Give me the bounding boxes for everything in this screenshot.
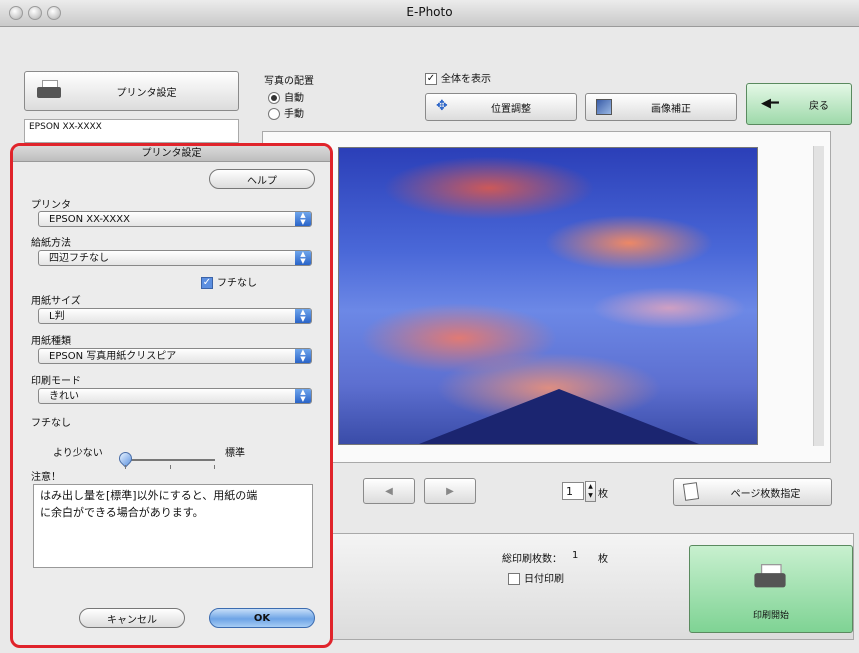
radio-auto[interactable]: 自動 <box>268 89 304 104</box>
back-label: 戻る <box>809 100 829 112</box>
printer-settings-sheet: プリンタ設定 ヘルプ プリンタ EPSON XX-XXXX ▲ ▼ 給紙方法 四辺… <box>10 143 333 648</box>
paper-type-select[interactable]: EPSON 写真用紙クリスピア ▲ ▼ <box>38 348 312 364</box>
mountain-shape <box>419 389 699 444</box>
note-label: 注意！ <box>31 472 61 483</box>
popup-arrows-icon: ▲ ▼ <box>295 389 311 403</box>
image-correct-label: 画像補正 <box>651 103 691 115</box>
help-button[interactable]: ヘルプ <box>209 169 315 189</box>
layout-label: 写真の配置 <box>264 76 314 87</box>
radio-manual[interactable]: 手動 <box>268 105 304 120</box>
borderless-check-icon[interactable]: ✓ <box>201 277 213 289</box>
radio-auto-label: 自動 <box>284 93 304 104</box>
position-adjust-button[interactable]: ✥ 位置調整 <box>425 93 577 121</box>
paper-type-select-value: EPSON 写真用紙クリスピア <box>49 351 177 362</box>
paper-size-label: 用紙サイズ <box>31 296 81 307</box>
printer-icon <box>752 563 788 592</box>
photo-preview <box>338 147 758 445</box>
main-window: プリンタ設定 EPSON XX-XXXX 写真の配置 自動 手動 ✓ 全体を表示 … <box>0 27 859 653</box>
page-count-button[interactable]: ページ枚数指定 <box>673 478 832 506</box>
show-all-check-icon[interactable]: ✓ <box>425 73 437 85</box>
printer-settings-label: プリンタ設定 <box>116 87 177 99</box>
back-button[interactable]: ◀━ 戻る <box>746 83 852 125</box>
popup-arrows-icon: ▲ ▼ <box>295 251 311 265</box>
total-prints-value: 1 <box>572 550 579 561</box>
left-arrow-icon: ◀ <box>385 485 393 497</box>
slider-max-label: 標準 <box>225 448 245 459</box>
print-mode-select[interactable]: きれい ▲ ▼ <box>38 388 312 404</box>
date-print-checkbox[interactable]: 日付印刷 <box>508 570 564 585</box>
right-arrow-icon: ▶ <box>446 485 454 497</box>
note-text-line2: に余白ができる場合があります。 <box>40 506 204 519</box>
note-text-line1: はみ出し量を[標準]以外にすると、用紙の端 <box>40 489 258 502</box>
move-arrows-icon: ✥ <box>436 98 448 114</box>
printer-settings-button[interactable]: プリンタ設定 <box>24 71 239 111</box>
paper-type-label: 用紙種類 <box>31 336 71 347</box>
slider-min-label: より少ない <box>53 448 103 459</box>
prev-page-button[interactable]: ◀ <box>363 478 415 504</box>
radio-manual-label: 手動 <box>284 109 304 120</box>
note-textarea: はみ出し量を[標準]以外にすると、用紙の端 に余白ができる場合があります。 <box>33 484 313 568</box>
show-all-checkbox[interactable]: ✓ 全体を表示 <box>425 70 491 85</box>
feed-label: 給紙方法 <box>31 238 71 249</box>
slider-tick <box>125 465 126 469</box>
page-icon <box>682 482 700 501</box>
feed-select[interactable]: 四辺フチなし ▲ ▼ <box>38 250 312 266</box>
copies-input[interactable]: 1 <box>562 482 584 500</box>
back-arrow-icon: ◀━ <box>761 96 779 111</box>
image-correct-button[interactable]: 画像補正 <box>585 93 737 121</box>
paper-size-select[interactable]: L判 ▲ ▼ <box>38 308 312 324</box>
page-count-label: ページ枚数指定 <box>730 488 801 500</box>
show-all-label: 全体を表示 <box>441 74 491 85</box>
printer-status-box: EPSON XX-XXXX <box>24 119 239 143</box>
copies-unit: 枚 <box>598 489 608 500</box>
ok-button[interactable]: OK <box>209 608 315 628</box>
slider-tick <box>170 465 171 469</box>
expansion-slider-track[interactable] <box>125 459 215 461</box>
paper-size-select-value: L判 <box>49 311 65 322</box>
image-correct-icon <box>596 99 612 115</box>
printer-select[interactable]: EPSON XX-XXXX ▲ ▼ <box>38 211 312 227</box>
expansion-label: フチなし <box>31 418 71 429</box>
borderless-check-label: フチなし <box>217 278 257 289</box>
radio-auto-button[interactable] <box>268 92 280 104</box>
radio-manual-button[interactable] <box>268 108 280 120</box>
printer-select-value: EPSON XX-XXXX <box>49 214 130 225</box>
position-adjust-label: 位置調整 <box>491 103 531 115</box>
sheet-title: プリンタ設定 <box>13 146 330 162</box>
feed-select-value: 四辺フチなし <box>49 253 109 264</box>
copies-stepper[interactable]: ▲ ▼ <box>585 481 596 502</box>
date-print-check-icon[interactable] <box>508 573 520 585</box>
printer-status-text: EPSON XX-XXXX <box>29 122 102 132</box>
printer-icon <box>35 79 63 101</box>
popup-arrows-icon: ▲ ▼ <box>295 349 311 363</box>
printer-label: プリンタ <box>31 200 71 211</box>
slider-tick <box>214 465 215 469</box>
popup-arrows-icon: ▲ ▼ <box>295 212 311 226</box>
preview-scrollbar[interactable] <box>813 146 824 446</box>
window-title: E-Photo <box>406 5 453 19</box>
popup-arrows-icon: ▲ ▼ <box>295 309 311 323</box>
borderless-checkbox[interactable]: ✓ フチなし <box>201 274 257 289</box>
print-mode-select-value: きれい <box>49 391 79 402</box>
total-prints-label: 総印刷枚数： <box>502 554 562 565</box>
total-prints-unit: 枚 <box>598 554 608 565</box>
date-print-label: 日付印刷 <box>524 574 564 585</box>
start-print-button[interactable]: 印刷開始 <box>689 545 853 633</box>
start-print-label: 印刷開始 <box>752 611 789 621</box>
cancel-button[interactable]: キャンセル <box>79 608 185 628</box>
title-bar: E-Photo <box>0 0 859 27</box>
next-page-button[interactable]: ▶ <box>424 478 476 504</box>
print-mode-label: 印刷モード <box>31 376 81 387</box>
